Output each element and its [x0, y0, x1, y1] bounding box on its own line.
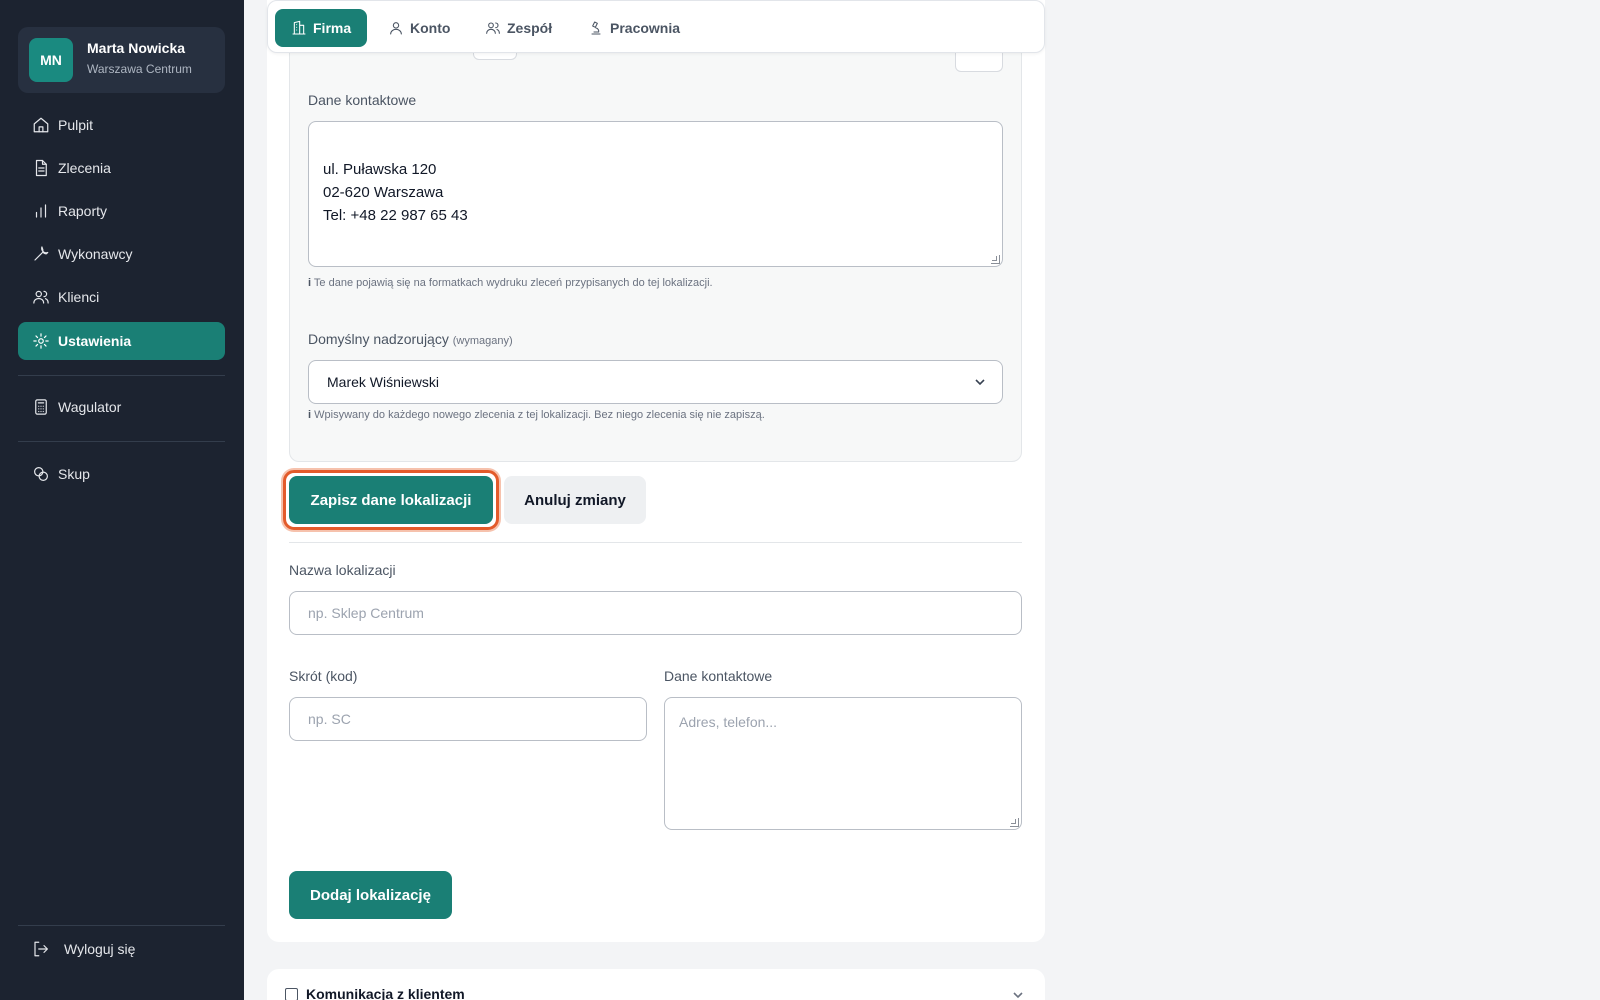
logout-icon [32, 940, 50, 958]
microscope-icon [591, 21, 601, 35]
coins-icon [32, 465, 50, 483]
chevron-down-icon[interactable] [1012, 988, 1024, 1000]
users-icon [32, 288, 50, 306]
tab-zespol[interactable]: Zespół [469, 9, 568, 47]
sidebar-item-pulpit[interactable]: Pulpit [18, 106, 225, 144]
sidebar-item-wykonawcy[interactable]: Wykonawcy [18, 235, 225, 273]
settings-tabs: Firma Konto Zespół Pracownia [267, 0, 1045, 53]
sidebar-item-label: Wykonawcy [58, 246, 133, 262]
location-name-input[interactable]: np. Sklep Centrum [289, 591, 1022, 635]
logout-label: Wyloguj się [64, 941, 136, 957]
user-location: Warszawa Centrum [87, 62, 192, 76]
sidebar-item-skup[interactable]: Skup [18, 455, 225, 493]
supervisor-value: Marek Wiśniewski [327, 374, 440, 390]
supervisor-label-text: Domyślny nadzorujący [308, 331, 449, 347]
section-title: Komunikacja z klientem [306, 986, 465, 1000]
new-contact-label: Dane kontaktowe [664, 668, 773, 684]
info-icon: i [308, 409, 312, 421]
supervisor-hint-text: Wpisywany do każdego nowego zlecenia z t… [314, 409, 765, 421]
gear-icon [32, 332, 50, 350]
sidebar-item-label: Pulpit [58, 117, 94, 133]
team-icon [486, 22, 500, 34]
sidebar-item-label: Zlecenia [58, 160, 111, 176]
divider [289, 542, 1022, 543]
location-name-label: Nazwa lokalizacji [289, 562, 396, 578]
wrench-icon [32, 245, 50, 263]
tab-konto[interactable]: Konto [372, 9, 466, 47]
code-input[interactable]: np. SC [289, 697, 647, 741]
resize-handle[interactable] [1010, 818, 1019, 827]
sidebar-item-label: Wagulator [58, 399, 122, 415]
document-icon [32, 159, 50, 177]
sidebar-item-zlecenia[interactable]: Zlecenia [18, 149, 225, 187]
save-location-button[interactable]: Zapisz dane lokalizacji [289, 476, 493, 524]
code-label: Skrót (kod) [289, 668, 358, 684]
contact-textarea[interactable]: ul. Puławska 120 02-620 Warszawa Tel: +4… [308, 121, 1003, 267]
sidebar-divider [18, 925, 225, 926]
new-contact-placeholder: Adres, telefon... [679, 714, 778, 730]
home-icon [32, 116, 50, 134]
sidebar-item-label: Raporty [58, 203, 108, 219]
sidebar-item-label: Ustawienia [58, 333, 132, 349]
contact-hint: i Te dane pojawią się na formatkach wydr… [308, 277, 713, 289]
info-icon: i [308, 277, 312, 289]
tab-pracownia[interactable]: Pracownia [572, 9, 696, 47]
cancel-changes-button[interactable]: Anuluj zmiany [504, 476, 646, 524]
sidebar-item-ustawienia[interactable]: Ustawienia [18, 322, 225, 360]
supervisor-select[interactable]: Marek Wiśniewski [308, 360, 1003, 404]
bar-chart-icon [32, 202, 50, 220]
sidebar: MN Marta Nowicka Warszawa Centrum Pulpit… [0, 0, 244, 1000]
tab-firma[interactable]: Firma [275, 9, 368, 47]
add-location-button[interactable]: Dodaj lokalizację [289, 871, 452, 919]
tab-label: Pracownia [610, 20, 681, 36]
sidebar-item-label: Klienci [58, 289, 100, 305]
contact-hint-text: Te dane pojawią się na formatkach wydruk… [313, 277, 713, 289]
sidebar-divider [18, 441, 225, 442]
tab-label: Konto [410, 20, 451, 36]
chevron-down-icon [974, 375, 986, 387]
supervisor-label: Domyślny nadzorujący (wymagany) [308, 331, 513, 347]
sidebar-item-label: Skup [58, 466, 90, 482]
required-badge: (wymagany) [452, 335, 513, 347]
building-icon [292, 20, 306, 35]
calculator-icon [32, 398, 50, 416]
user-card[interactable]: MN Marta Nowicka Warszawa Centrum [18, 27, 225, 93]
section-checkbox-icon [285, 988, 298, 1000]
sidebar-item-klienci[interactable]: Klienci [18, 278, 225, 316]
resize-handle[interactable] [991, 255, 1000, 264]
contact-value: ul. Puławska 120 02-620 Warszawa Tel: +4… [323, 161, 468, 224]
new-contact-textarea[interactable]: Adres, telefon... [664, 697, 1022, 830]
sidebar-item-raporty[interactable]: Raporty [18, 192, 225, 230]
sidebar-item-wagulator[interactable]: Wagulator [18, 388, 225, 426]
sidebar-divider [18, 375, 225, 376]
logout-button[interactable]: Wyloguj się [18, 930, 225, 968]
avatar: MN [29, 38, 73, 82]
supervisor-hint: i Wpisywany do każdego nowego zlecenia z… [308, 409, 765, 421]
contact-label: Dane kontaktowe [308, 92, 417, 108]
user-icon [390, 22, 402, 35]
tab-label: Zespół [507, 20, 553, 36]
tab-label: Firma [313, 20, 352, 36]
user-name: Marta Nowicka [87, 40, 186, 56]
